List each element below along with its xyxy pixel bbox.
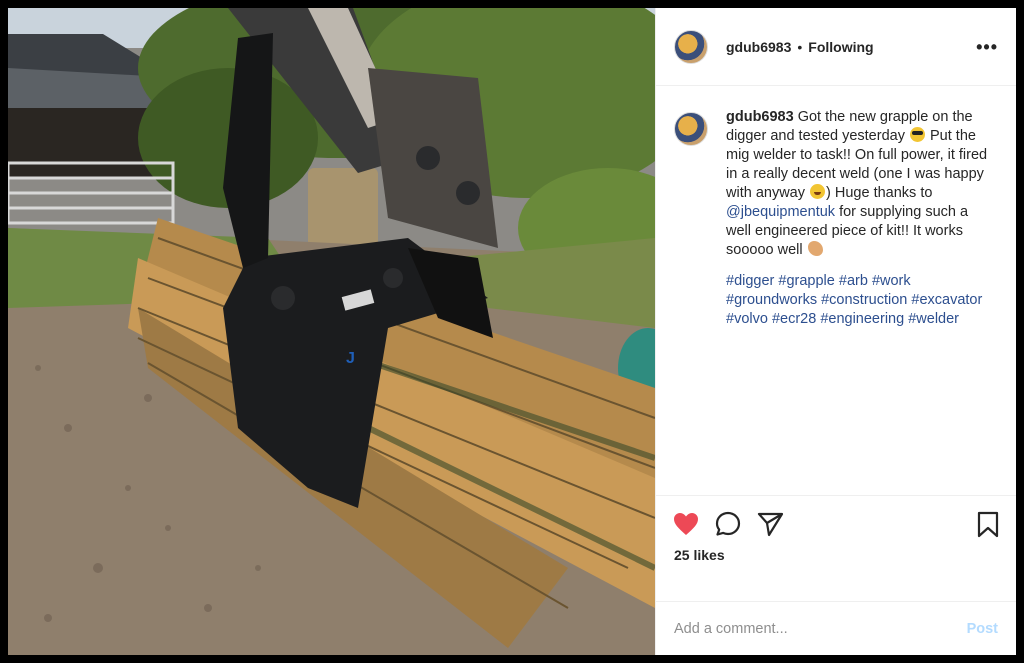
action-icons: [672, 510, 1002, 538]
caption-section: gdub6983 Got the new grapple on the digge…: [674, 108, 998, 329]
bookmark-icon[interactable]: [974, 510, 1002, 538]
post-header: gdub6983 • Following •••: [656, 8, 1016, 86]
hashtag-link[interactable]: #volvo: [726, 311, 768, 327]
post-modal: J gdub6983 • Following ••• gdub6983 Got t…: [8, 8, 1016, 655]
post-comment-button[interactable]: Post: [967, 621, 998, 637]
comment-input[interactable]: [674, 620, 967, 637]
hashtag-link[interactable]: #digger: [726, 273, 774, 289]
hashtag-link[interactable]: #ecr28: [772, 311, 816, 327]
hashtag-link[interactable]: #arb: [839, 273, 868, 289]
more-options-icon[interactable]: •••: [976, 38, 998, 56]
svg-text:J: J: [346, 350, 355, 367]
flexed-biceps-emoji-icon: [807, 241, 823, 256]
comment-icon[interactable]: [714, 510, 742, 538]
hashtag-link[interactable]: #work: [872, 273, 911, 289]
sunglasses-emoji-icon: [909, 127, 925, 142]
post-side-panel: gdub6983 • Following ••• gdub6983 Got the…: [655, 8, 1016, 655]
share-icon[interactable]: [756, 510, 784, 538]
hashtag-link[interactable]: #construction: [821, 292, 907, 308]
caption-avatar[interactable]: [674, 112, 708, 146]
avatar[interactable]: [674, 29, 708, 64]
following-button[interactable]: Following: [808, 39, 873, 55]
caption-part3: ) Huge thanks to: [826, 185, 933, 201]
header-username[interactable]: gdub6983: [726, 39, 791, 55]
post-photo-image: J: [8, 8, 655, 655]
hashtag-link[interactable]: #welder: [908, 311, 959, 327]
mention-link[interactable]: @jbequipmentuk: [726, 204, 835, 220]
grinning-emoji-icon: [810, 184, 826, 199]
hashtag-link[interactable]: #engineering: [820, 311, 904, 327]
caption-text: gdub6983 Got the new grapple on the digge…: [726, 108, 988, 329]
action-bar: 25 likes: [656, 495, 1016, 601]
header-separator: •: [797, 38, 803, 55]
post-photo[interactable]: J: [8, 8, 655, 655]
hashtag-list: #digger #grapple #arb #work #groundworks…: [726, 272, 988, 329]
comment-box: Post: [656, 601, 1016, 655]
hashtag-link[interactable]: #groundworks: [726, 292, 817, 308]
heart-icon[interactable]: [672, 510, 700, 538]
caption-username[interactable]: gdub6983: [726, 109, 794, 125]
hashtag-link[interactable]: #excavator: [911, 292, 982, 308]
likes-count[interactable]: 25 likes: [674, 547, 725, 563]
hashtag-link[interactable]: #grapple: [778, 273, 834, 289]
